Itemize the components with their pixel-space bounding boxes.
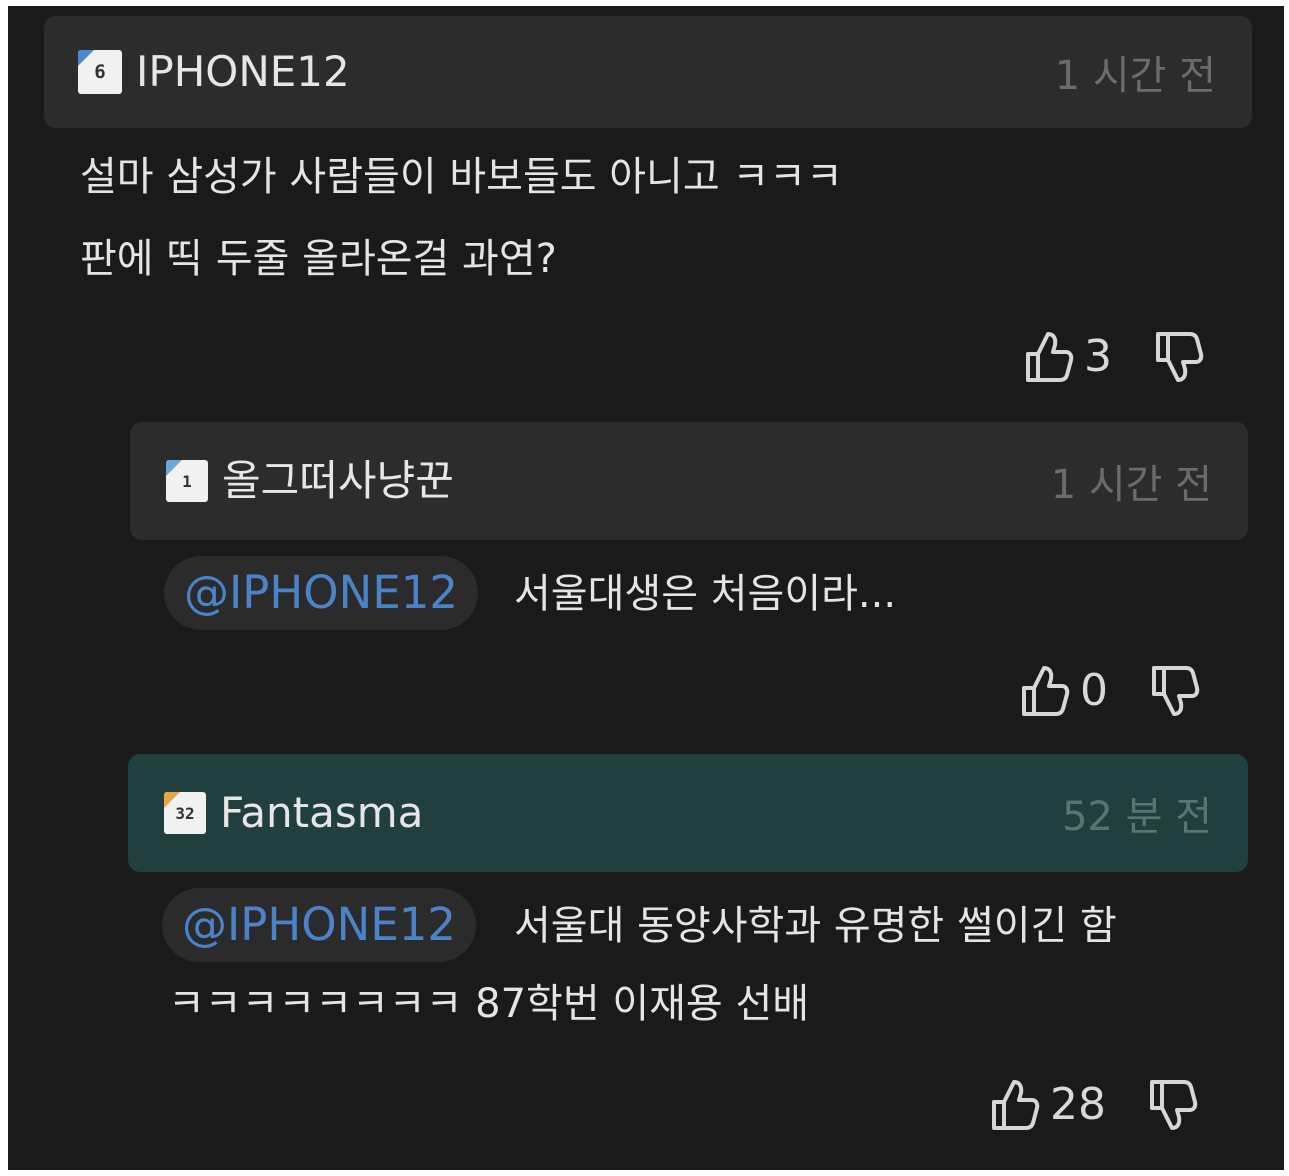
thumbs-down-icon[interactable]	[1150, 664, 1200, 718]
like-count: 0	[1080, 665, 1108, 716]
thumbs-up-icon[interactable]	[1020, 664, 1070, 718]
reply-header-highlighted: 32 Fantasma 52 분 전	[128, 754, 1248, 872]
reply-timestamp: 1 시간 전	[1050, 462, 1212, 508]
comment-body: 설마 삼성가 사람들이 바보들도 아니고 ㅋㅋㅋ 판에 띡 두줄 올라온걸 과연…	[80, 136, 843, 300]
thumbs-up-icon[interactable]	[1024, 330, 1074, 384]
user-level-badge: 6	[78, 50, 122, 94]
vote-bar: 28	[990, 1078, 1198, 1132]
comment-username[interactable]: IPHONE12	[136, 51, 350, 93]
thumbs-up-icon[interactable]	[990, 1078, 1040, 1132]
thumbs-down-icon[interactable]	[1148, 1078, 1198, 1132]
comment-thread: 6 IPHONE12 1 시간 전 설마 삼성가 사람들이 바보들도 아니고 ㅋ…	[8, 6, 1284, 1170]
thumbs-down-icon[interactable]	[1154, 330, 1204, 384]
like-count: 28	[1050, 1079, 1106, 1130]
user-level-badge: 1	[166, 460, 208, 502]
like-count: 3	[1084, 331, 1112, 382]
reply-body-line2: ㅋㅋㅋㅋㅋㅋㅋㅋ 87학번 이재용 선배	[168, 981, 810, 1027]
user-level-badge: 32	[164, 792, 206, 834]
reply-body: 서울대 동양사학과 유명한 썰이긴 함	[514, 903, 1117, 949]
comment-timestamp: 1 시간 전	[1054, 53, 1216, 99]
comment-header: 6 IPHONE12 1 시간 전	[44, 16, 1252, 128]
reply-username[interactable]: 올그떠사냥꾼	[222, 460, 454, 502]
reply-username[interactable]: Fantasma	[220, 792, 423, 834]
mention-chip[interactable]: @IPHONE12	[164, 556, 479, 630]
mention-chip[interactable]: @IPHONE12	[162, 888, 477, 962]
reply-body: 서울대생은 처음이라...	[514, 571, 897, 617]
comment-line: 판에 띡 두줄 올라온걸 과연?	[80, 236, 557, 282]
vote-bar: 0	[1020, 664, 1200, 718]
reply-header: 1 올그떠사냥꾼 1 시간 전	[130, 422, 1248, 540]
reply-timestamp: 52 분 전	[1062, 794, 1212, 840]
vote-bar: 3	[1024, 330, 1204, 384]
comment-line: 설마 삼성가 사람들이 바보들도 아니고 ㅋㅋㅋ	[80, 154, 843, 200]
